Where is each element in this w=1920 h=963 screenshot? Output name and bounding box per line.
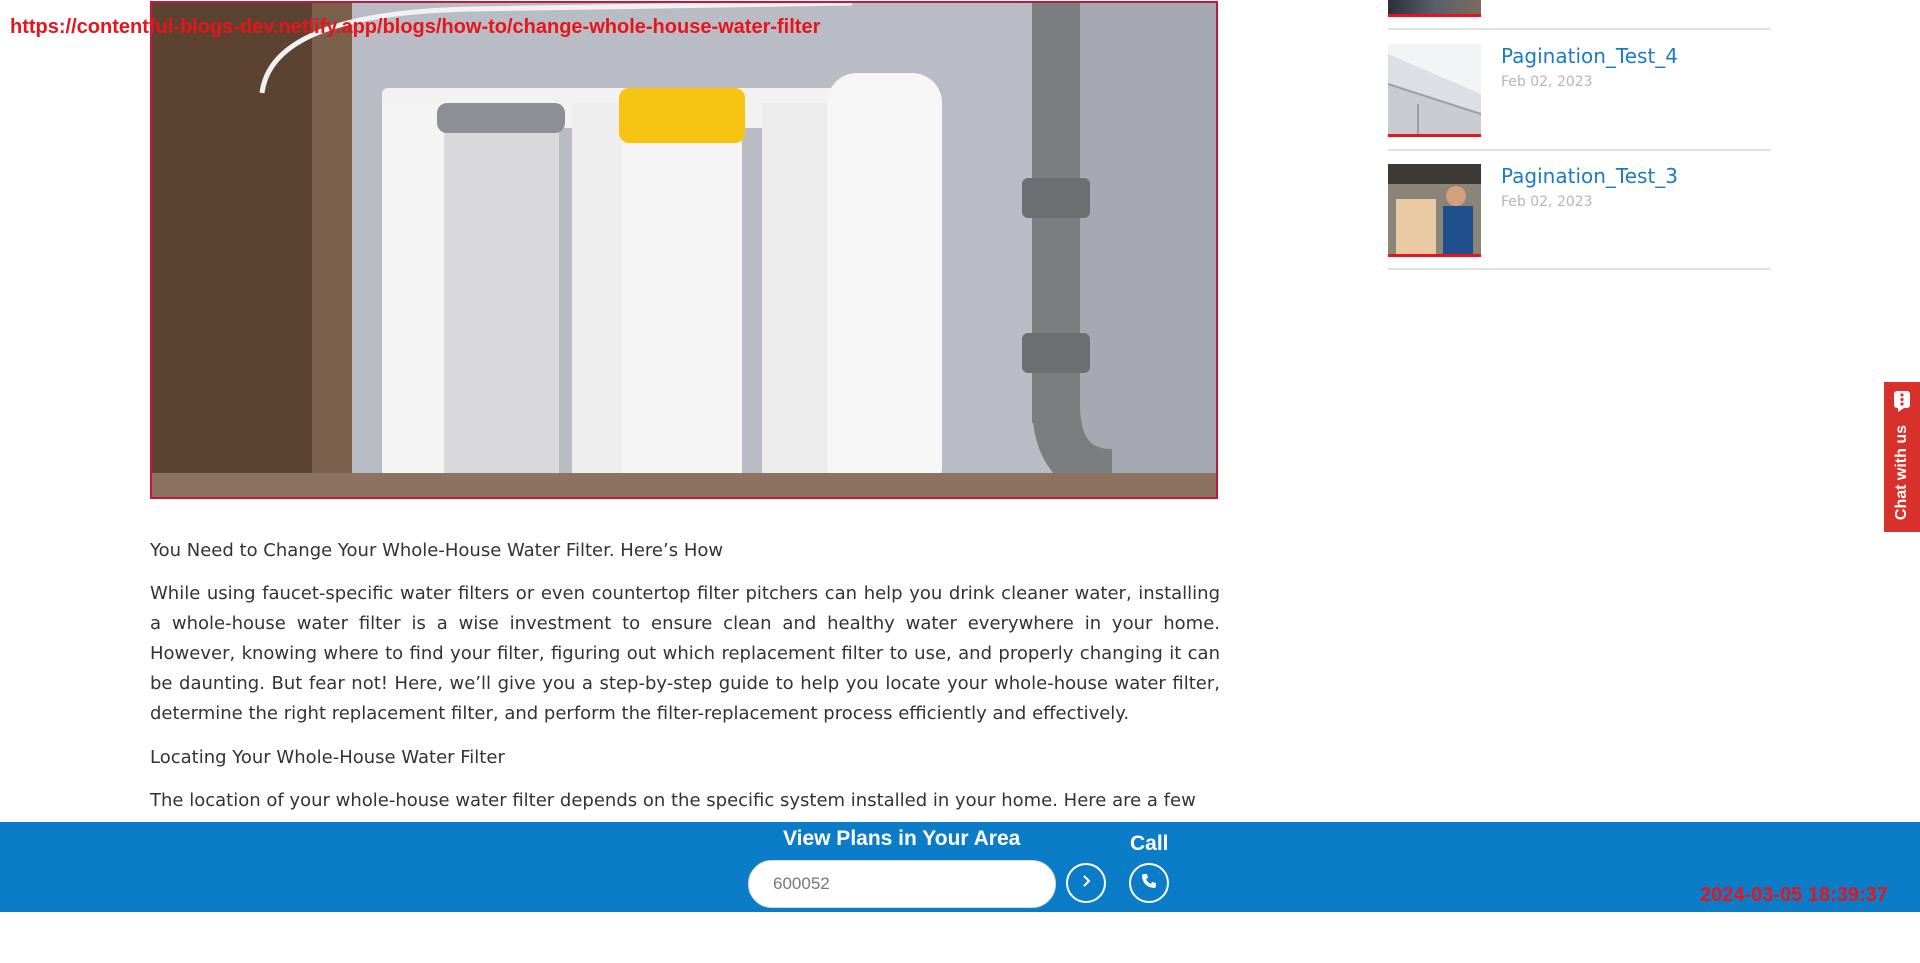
chevron-right-icon — [1079, 874, 1093, 893]
sidebar-item-date: Feb 02, 2023 — [1501, 74, 1593, 90]
article-paragraph-1: While using faucet-specific water filter… — [150, 583, 1220, 724]
water-filter-illustration — [152, 3, 1216, 497]
technician-appliance-photo — [1388, 164, 1481, 254]
chat-with-us-tab[interactable]: Chat with us — [1884, 382, 1920, 532]
article-body: You Need to Change Your Whole-House Wate… — [150, 540, 1220, 834]
roof-gutter-photo — [1388, 44, 1481, 134]
sidebar-item-date: Feb 02, 2023 — [1501, 194, 1593, 210]
call-button[interactable] — [1129, 863, 1169, 903]
sidebar-thumbnail[interactable] — [1388, 164, 1481, 257]
call-label: Call — [1130, 832, 1169, 855]
url-overlay: https://contentful-blogs-dev.netlify.app… — [10, 16, 821, 38]
sidebar-item-title[interactable]: Pagination_Test_4 — [1501, 44, 1678, 68]
zip-submit-button[interactable] — [1066, 863, 1106, 903]
hero-image — [150, 1, 1218, 499]
timestamp-overlay: 2024-03-05 18:39:37 — [1700, 884, 1888, 906]
chat-label: Chat with us — [1893, 425, 1910, 521]
sidebar-item-title[interactable]: Pagination_Test_3 — [1501, 164, 1678, 188]
sidebar-divider — [1388, 28, 1771, 30]
sidebar-thumbnail[interactable] — [1388, 44, 1481, 137]
article-heading-2: Locating Your Whole-House Water Filter — [150, 747, 505, 768]
article-paragraph-2: The location of your whole-house water f… — [150, 790, 1196, 811]
sidebar-divider — [1388, 268, 1771, 270]
view-plans-bar: View Plans in Your Area Call — [0, 822, 1920, 912]
article-heading-1: You Need to Change Your Whole-House Wate… — [150, 540, 724, 561]
page: https://contentful-blogs-dev.netlify.app… — [0, 0, 1920, 963]
zip-code-input[interactable] — [748, 860, 1056, 908]
chat-bubble-icon — [1893, 390, 1911, 417]
sidebar-thumbnail-partial[interactable] — [1388, 0, 1481, 17]
sidebar-item-pagination-test-3[interactable]: Pagination_Test_3 Feb 02, 2023 — [1388, 164, 1771, 257]
view-plans-label: View Plans in Your Area — [783, 827, 1021, 850]
phone-icon — [1141, 873, 1157, 894]
sidebar-item-pagination-test-4[interactable]: Pagination_Test_4 Feb 02, 2023 — [1388, 44, 1771, 137]
sidebar-divider — [1388, 149, 1771, 151]
